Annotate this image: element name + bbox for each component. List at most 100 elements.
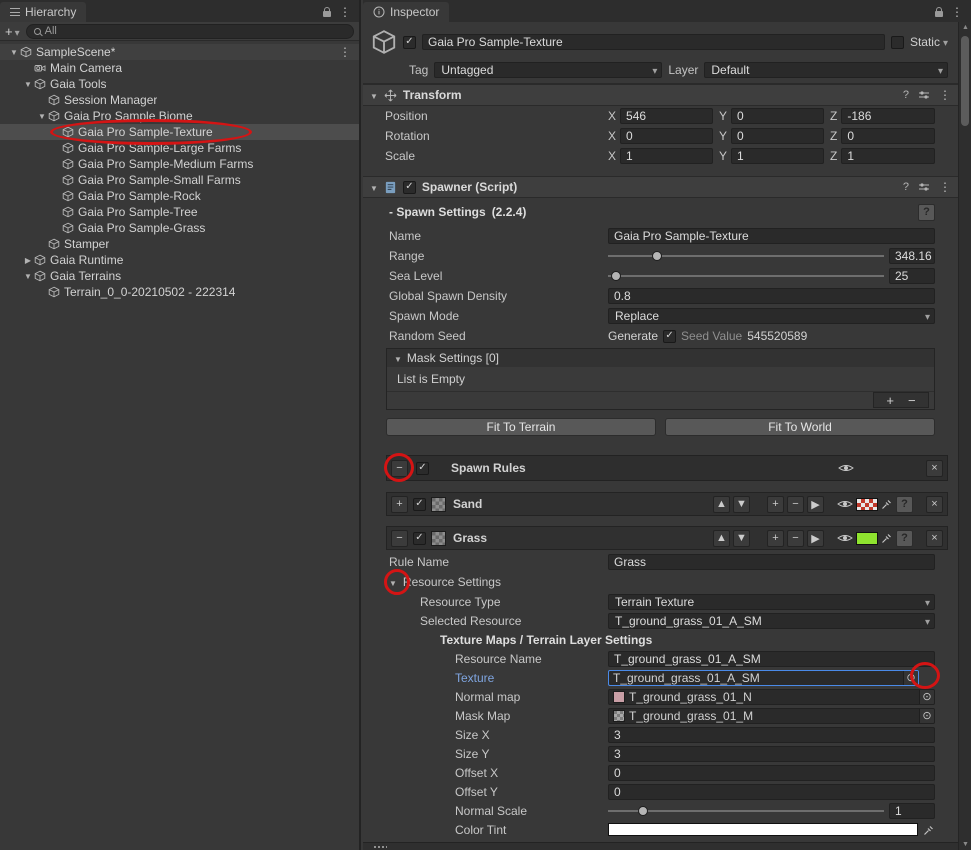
help-icon[interactable]: ?	[903, 181, 909, 193]
hierarchy-item-session-manager[interactable]: Session Manager	[0, 92, 359, 108]
offset-x-field[interactable]: 0	[608, 764, 935, 781]
hierarchy-item-grass[interactable]: Gaia Pro Sample-Grass	[0, 220, 359, 236]
eyedropper-icon[interactable]	[881, 532, 893, 544]
eyedropper-icon[interactable]	[881, 498, 893, 510]
spawn-rules-checkbox[interactable]	[416, 461, 429, 475]
sea-level-value-field[interactable]: 25	[889, 268, 935, 284]
spawner-header[interactable]: Spawner (Script) ?	[363, 176, 958, 198]
position-y-field[interactable]: 0	[731, 108, 824, 124]
duplicate-rule-button[interactable]: +	[767, 495, 784, 513]
delete-rule-button[interactable]: −	[787, 495, 804, 513]
scroll-down-icon[interactable]: ▼	[959, 841, 971, 848]
object-picker-icon[interactable]	[919, 689, 934, 704]
inspector-scrollbar[interactable]: ▲ ▼	[958, 22, 971, 850]
foldout-open-icon[interactable]	[394, 351, 402, 365]
search-input[interactable]: All	[25, 23, 354, 39]
normal-map-object-field[interactable]: T_ground_grass_01_N	[608, 688, 935, 705]
size-x-field[interactable]: 3	[608, 726, 935, 743]
remove-element-button[interactable]: −	[908, 393, 916, 408]
fit-to-world-button[interactable]: Fit To World	[665, 418, 935, 436]
rotation-z-field[interactable]: 0	[841, 128, 935, 144]
help-button[interactable]: ?	[896, 495, 913, 513]
play-rule-button[interactable]: ▶	[807, 529, 824, 547]
kebab-icon[interactable]	[939, 180, 951, 194]
lock-icon[interactable]	[323, 7, 331, 17]
visibility-icon[interactable]	[838, 463, 854, 473]
color-tint-field[interactable]	[608, 823, 918, 836]
kebab-icon[interactable]	[339, 5, 351, 19]
generate-checkbox[interactable]	[663, 329, 677, 343]
resource-name-field[interactable]: T_ground_grass_01_A_SM	[608, 650, 935, 667]
help-button[interactable]: ?	[918, 203, 935, 221]
move-up-button[interactable]: ▲	[713, 529, 730, 547]
rule-name-field[interactable]: Grass	[608, 554, 935, 570]
spawn-rules-header[interactable]: − Spawn Rules ×	[386, 455, 948, 481]
visualization-color-swatch[interactable]	[856, 531, 878, 545]
kebab-icon[interactable]	[939, 88, 951, 102]
mask-settings-header[interactable]: Mask Settings [0]	[387, 349, 934, 367]
rule-grass[interactable]: − Grass ▲ ▼ + − ▶ ? ×	[386, 526, 948, 550]
foldout-open-icon[interactable]	[370, 88, 378, 102]
collapse-button[interactable]: −	[391, 459, 408, 477]
position-x-field[interactable]: 546	[620, 108, 713, 124]
scrollbar-thumb[interactable]	[961, 36, 969, 126]
add-element-button[interactable]: +	[886, 393, 894, 408]
selected-resource-dropdown[interactable]: T_ground_grass_01_A_SM	[608, 612, 935, 629]
kebab-icon[interactable]	[951, 5, 963, 19]
hierarchy-item-terrain[interactable]: Terrain_0_0-20210502 - 222314	[0, 284, 359, 300]
rule-enabled-checkbox[interactable]	[413, 497, 426, 511]
close-icon[interactable]: ×	[926, 529, 943, 547]
scale-z-field[interactable]: 1	[841, 148, 935, 164]
normal-scale-slider[interactable]	[608, 803, 884, 819]
layer-dropdown[interactable]: Default	[704, 62, 948, 78]
hierarchy-item-gaia-runtime[interactable]: Gaia Runtime	[0, 252, 359, 268]
hierarchy-item-gaia-tools[interactable]: Gaia Tools	[0, 76, 359, 92]
hierarchy-item-small-farms[interactable]: Gaia Pro Sample-Small Farms	[0, 172, 359, 188]
move-down-button[interactable]: ▼	[733, 495, 750, 513]
foldout-closed-icon[interactable]	[22, 256, 34, 265]
foldout-open-icon[interactable]	[22, 80, 34, 89]
delete-rule-button[interactable]: −	[787, 529, 804, 547]
texture-object-field[interactable]: T_ground_grass_01_A_SM	[608, 669, 919, 686]
slider-handle[interactable]	[610, 271, 621, 281]
foldout-open-icon[interactable]	[36, 112, 48, 121]
eyedropper-icon[interactable]	[923, 824, 935, 836]
active-checkbox[interactable]	[403, 35, 416, 49]
normal-scale-value-field[interactable]: 1	[889, 802, 935, 819]
object-picker-icon[interactable]	[919, 708, 934, 723]
move-down-button[interactable]: ▼	[733, 529, 750, 547]
range-value-field[interactable]: 348.16	[889, 248, 935, 264]
close-icon[interactable]: ×	[926, 495, 943, 513]
help-button[interactable]: ?	[896, 529, 913, 547]
presets-icon[interactable]	[918, 182, 930, 192]
hierarchy-item-gaia-pro-sample-biome[interactable]: Gaia Pro Sample Biome	[0, 108, 359, 124]
spawn-mode-dropdown[interactable]: Replace	[608, 308, 935, 324]
lock-icon[interactable]	[935, 7, 943, 17]
hierarchy-item-gaia-pro-sample-texture[interactable]: Gaia Pro Sample-Texture	[0, 124, 359, 140]
rotation-x-field[interactable]: 0	[620, 128, 713, 144]
range-slider[interactable]	[608, 248, 884, 264]
rule-enabled-checkbox[interactable]	[413, 531, 426, 545]
slider-handle[interactable]	[652, 251, 663, 261]
scale-y-field[interactable]: 1	[731, 148, 824, 164]
static-dropdown[interactable]: Static	[910, 35, 948, 49]
seed-value[interactable]: 545520589	[747, 329, 807, 343]
fit-to-terrain-button[interactable]: Fit To Terrain	[386, 418, 656, 436]
hierarchy-item-main-camera[interactable]: Main Camera	[0, 60, 359, 76]
sea-level-slider[interactable]	[608, 268, 884, 284]
static-checkbox[interactable]	[890, 35, 904, 49]
rotation-y-field[interactable]: 0	[731, 128, 824, 144]
tab-hierarchy[interactable]: Hierarchy	[0, 2, 87, 22]
visualization-color-swatch[interactable]	[856, 497, 878, 511]
hierarchy-item-gaia-terrains[interactable]: Gaia Terrains	[0, 268, 359, 284]
move-up-button[interactable]: ▲	[713, 495, 730, 513]
hierarchy-item-samplescene[interactable]: SampleScene*	[0, 44, 359, 60]
collapse-button[interactable]: −	[391, 529, 408, 547]
object-picker-icon[interactable]	[903, 670, 918, 685]
play-rule-button[interactable]: ▶	[807, 495, 824, 513]
tag-dropdown[interactable]: Untagged	[434, 62, 663, 78]
scroll-up-icon[interactable]: ▲	[959, 24, 971, 31]
foldout-open-icon[interactable]	[370, 180, 378, 194]
component-enabled-checkbox[interactable]	[402, 180, 416, 194]
position-z-field[interactable]: -186	[841, 108, 935, 124]
